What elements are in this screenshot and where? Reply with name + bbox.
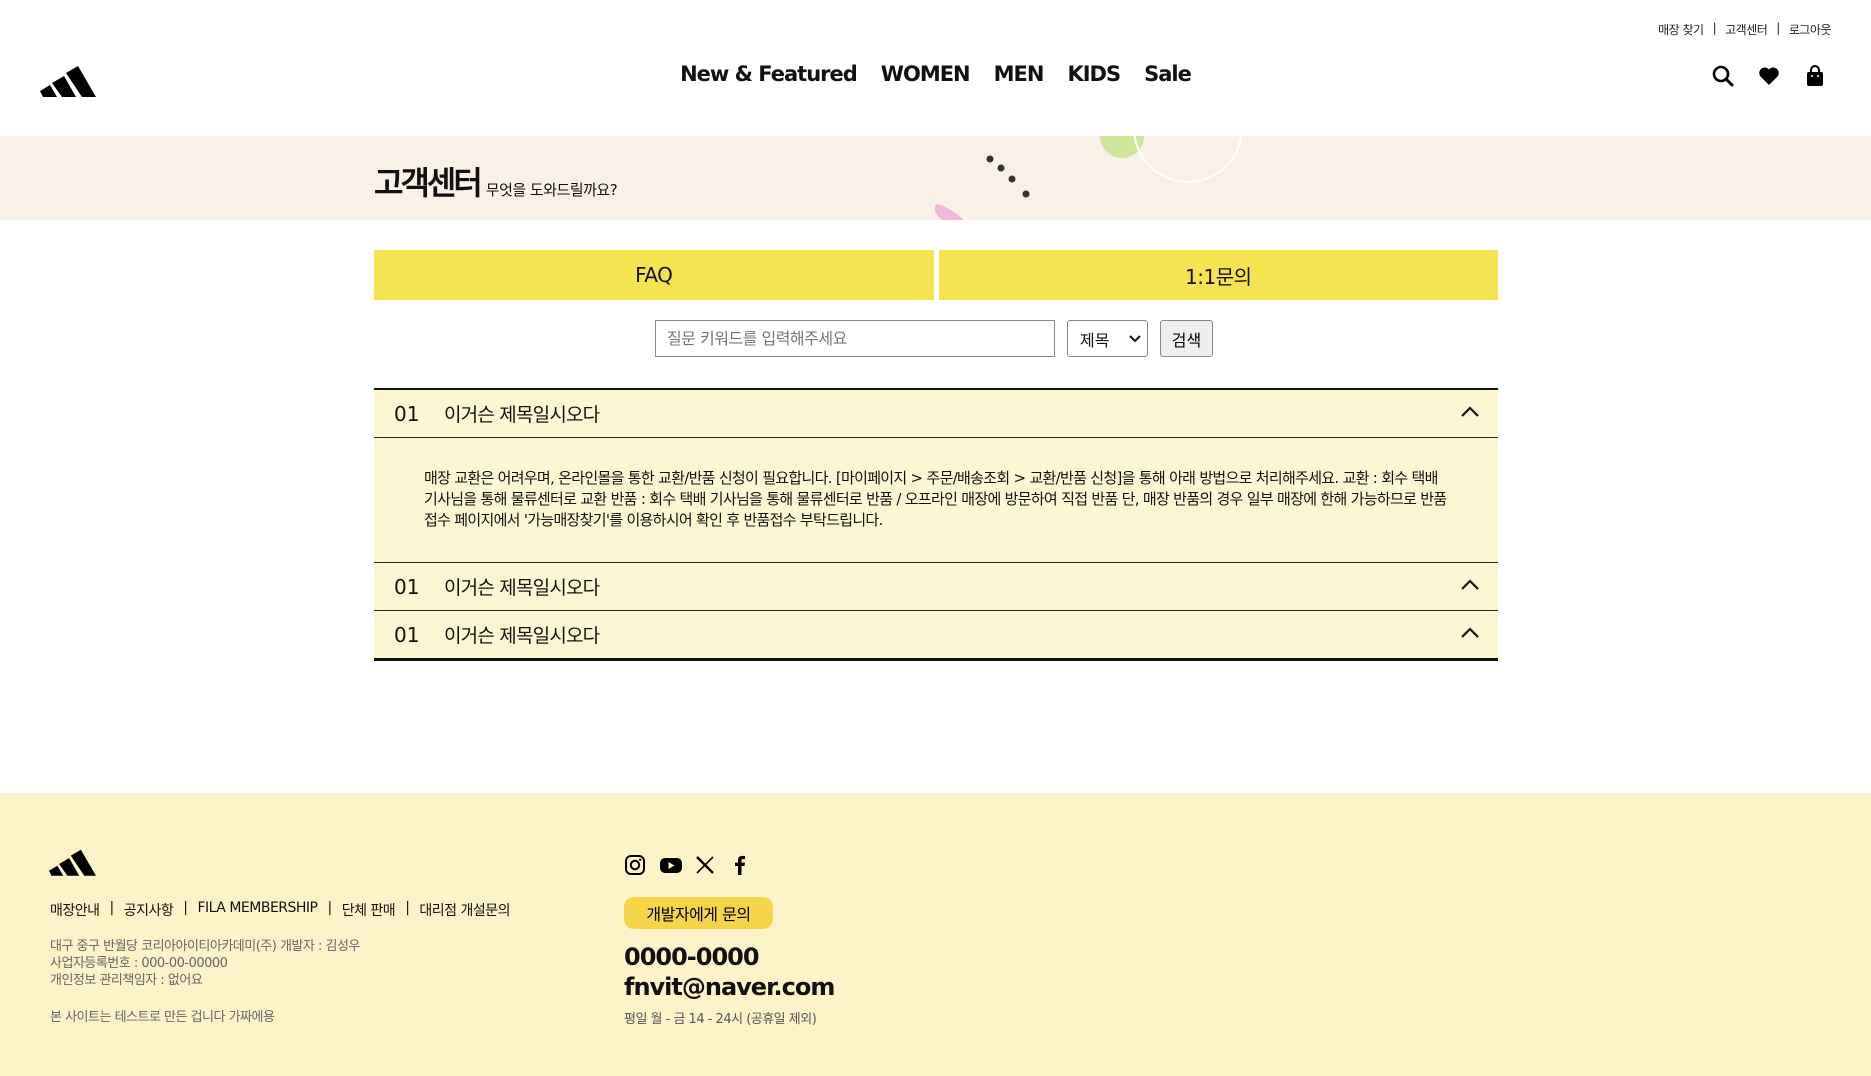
chevron-up-icon[interactable] [1460, 404, 1480, 420]
utility-links: 매장 찾기 | 고객센터 | 로그아웃 [1658, 21, 1831, 38]
heart-icon[interactable] [1757, 64, 1781, 88]
company-address: 대구 중구 반월당 코리아아이티아카데미(주) 개발자 : 김성우 [50, 939, 360, 954]
page-title: 고객센터 [374, 164, 483, 202]
select-value: 제목 [1080, 330, 1110, 350]
privacy-officer: 개인정보 관리책임자 : 없어요 [50, 973, 203, 988]
footer-link-separator: | [405, 900, 410, 916]
header-icons [1711, 64, 1827, 88]
instagram-icon[interactable] [624, 854, 646, 876]
search-button[interactable]: 검색 [1160, 320, 1213, 357]
page-title-group: 고객센터 무엇을 도와드릴까요? [374, 158, 618, 204]
faq-search: 제목 검색 [655, 320, 1213, 357]
footer-links: 매장안내 | 공지사항 | FILA MEMBERSHIP | 단체 판매 | … [50, 900, 511, 920]
tab-inquiry[interactable]: 1:1문의 [938, 250, 1498, 300]
faq-number: 01 [394, 401, 420, 426]
bag-icon[interactable] [1803, 64, 1827, 88]
chevron-down-icon [1129, 334, 1141, 342]
faq-item-header[interactable]: 01 이거슨 제목일시오다 [374, 390, 1498, 437]
util-separator: | [1712, 21, 1717, 35]
util-separator: | [1776, 21, 1780, 35]
footer-link-franchise[interactable]: 대리점 개설문의 [419, 900, 510, 920]
nav-men[interactable]: MEN [994, 62, 1045, 86]
nav-new-featured[interactable]: New & Featured [680, 62, 858, 86]
page-subtitle: 무엇을 도와드릴까요? [485, 181, 618, 199]
contact-email: fnvit@naver.com [624, 973, 835, 1001]
company-info: 대구 중구 반월당 코리아아이티아카데미(주) 개발자 : 김성우 사업자등록번… [50, 938, 360, 989]
tab-faq[interactable]: FAQ [374, 250, 934, 300]
faq-item: 01 이거슨 제목일시오다 [374, 611, 1498, 658]
x-icon[interactable] [694, 854, 716, 876]
faq-title: 이거슨 제목일시오다 [444, 625, 600, 647]
customer-center-link[interactable]: 고객센터 [1725, 21, 1768, 38]
faq-item: 01 이거슨 제목일시오다 매장 교환은 어려우며, 온라인몰을 통한 교환/반… [374, 390, 1498, 563]
footer-link-separator: | [109, 900, 115, 916]
main-nav: New & Featured WOMEN MEN KIDS Sale [0, 62, 1871, 86]
faq-item: 01 이거슨 제목일시오다 [374, 563, 1498, 611]
hero-band: 고객센터 무엇을 도와드릴까요? [0, 136, 1871, 220]
footer-link-notice[interactable]: 공지사항 [124, 900, 174, 920]
faq-list: 01 이거슨 제목일시오다 매장 교환은 어려우며, 온라인몰을 통한 교환/반… [374, 388, 1498, 661]
site-footer: 매장안내 | 공지사항 | FILA MEMBERSHIP | 단체 판매 | … [0, 793, 1871, 1076]
business-number: 사업자등록번호 : 000-00-00000 [50, 956, 228, 971]
chevron-up-icon[interactable] [1460, 577, 1480, 593]
cs-tabs: FAQ 1:1문의 [374, 250, 1498, 300]
store-finder-link[interactable]: 매장 찾기 [1658, 21, 1704, 38]
footer-link-group-sales[interactable]: 단체 판매 [342, 900, 396, 920]
search-input[interactable] [655, 320, 1055, 357]
nav-kids[interactable]: KIDS [1067, 62, 1121, 86]
footer-link-separator: | [327, 900, 333, 916]
youtube-icon[interactable] [659, 854, 682, 876]
faq-answer: 매장 교환은 어려우며, 온라인몰을 통한 교환/반품 신청이 필요합니다. [… [374, 437, 1498, 562]
footer-brand-logo[interactable] [49, 842, 101, 876]
social-links [624, 854, 751, 876]
contact-developer-button[interactable]: 개발자에게 문의 [624, 897, 773, 929]
faq-number: 01 [394, 574, 420, 599]
nav-women[interactable]: WOMEN [881, 62, 971, 86]
footer-link-separator: | [183, 900, 188, 916]
contact-phone: 0000-0000 [624, 943, 760, 971]
search-type-select[interactable]: 제목 [1067, 320, 1148, 357]
chevron-up-icon[interactable] [1460, 625, 1480, 641]
search-icon[interactable] [1711, 64, 1735, 88]
faq-item-header[interactable]: 01 이거슨 제목일시오다 [374, 611, 1498, 658]
footer-link-membership[interactable]: FILA MEMBERSHIP [198, 900, 319, 920]
faq-title: 이거슨 제목일시오다 [444, 577, 600, 599]
nav-sale[interactable]: Sale [1144, 62, 1192, 86]
facebook-icon[interactable] [729, 854, 751, 876]
faq-title: 이거슨 제목일시오다 [444, 404, 600, 426]
business-hours: 평일 월 - 금 14 - 24시 (공휴일 제외) [624, 1012, 817, 1027]
faq-number: 01 [394, 622, 420, 647]
disclaimer-note: 본 사이트는 테스트로 만든 겁니다 가짜에용 [50, 1010, 275, 1025]
footer-link-stores[interactable]: 매장안내 [50, 900, 100, 920]
faq-item-header[interactable]: 01 이거슨 제목일시오다 [374, 563, 1498, 610]
decorative-shapes [934, 136, 1243, 220]
site-header: 매장 찾기 | 고객센터 | 로그아웃 New & Featured WOMEN… [0, 0, 1871, 136]
logout-link[interactable]: 로그아웃 [1789, 21, 1832, 38]
